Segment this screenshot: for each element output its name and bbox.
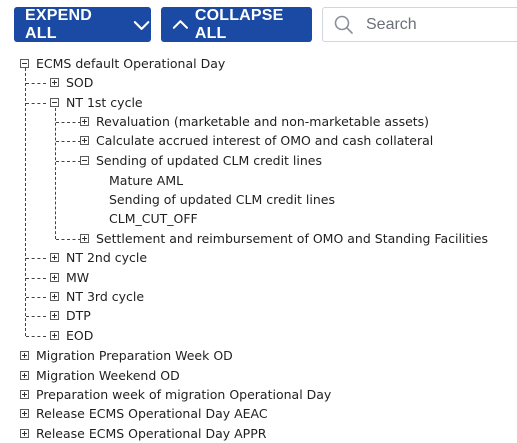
tree-node-label: Release ECMS Operational Day APPR [36, 426, 267, 441]
expand-toggle-icon[interactable] [20, 371, 29, 380]
tree-node-release-appr[interactable]: Release ECMS Operational Day APPR [20, 424, 266, 443]
tree-node-sending-clm[interactable]: Sending of updated CLM credit lines [80, 151, 322, 170]
tree-node-label: Mature AML [109, 173, 184, 188]
tree-node-label: Migration Preparation Week OD [36, 348, 233, 363]
tree-node-revaluation[interactable]: Revaluation (marketable and non-marketab… [80, 112, 429, 131]
tree-connector [55, 108, 56, 239]
expand-toggle-icon[interactable] [50, 311, 59, 320]
tree-connector [26, 297, 46, 298]
tree-node-label: Settlement and reimbursement of OMO and … [96, 231, 488, 246]
tree-node-label: ECMS default Operational Day [36, 56, 226, 71]
expand-toggle-icon[interactable] [50, 273, 59, 282]
tree-node-label: CLM_CUT_OFF [109, 211, 198, 226]
tree-node-release-aeac[interactable]: Release ECMS Operational Day AEAC [20, 404, 268, 423]
tree-connector [26, 103, 46, 104]
tree-leaf-clm-cut-off[interactable]: CLM_CUT_OFF [109, 209, 198, 228]
tree-node-ecms-default[interactable]: ECMS default Operational Day [20, 54, 225, 73]
tree-connector [26, 278, 46, 279]
tree-node-label: Sending of updated CLM credit lines [96, 153, 322, 168]
expand-toggle-icon[interactable] [20, 409, 29, 418]
tree-connector [26, 336, 46, 337]
tree-node-label: Sending of updated CLM credit lines [109, 192, 335, 207]
tree-connector [25, 68, 26, 336]
tree-node-label: SOD [66, 75, 94, 90]
tree-node-label: Migration Weekend OD [36, 368, 180, 383]
tree-node-accrued-interest[interactable]: Calculate accrued interest of OMO and ca… [80, 131, 433, 150]
tree-connector [56, 122, 81, 123]
collapse-toggle-icon[interactable] [50, 98, 59, 107]
expand-toggle-icon[interactable] [50, 253, 59, 262]
tree-node-dtp[interactable]: DTP [50, 306, 91, 325]
expand-toggle-icon[interactable] [50, 331, 59, 340]
tree-node-label: NT 1st cycle [66, 95, 143, 110]
expand-toggle-icon[interactable] [20, 351, 29, 360]
tree-connector [26, 316, 46, 317]
tree-node-label: Release ECMS Operational Day AEAC [36, 406, 268, 421]
expand-toggle-icon[interactable] [50, 78, 59, 87]
tree-node-label: MW [66, 270, 90, 285]
collapse-toggle-icon[interactable] [20, 59, 29, 68]
expand-toggle-icon[interactable] [80, 117, 89, 126]
expand-toggle-icon[interactable] [80, 234, 89, 243]
tree-node-eod[interactable]: EOD [50, 326, 93, 345]
tree-node-label: DTP [66, 308, 91, 323]
process-tree: ECMS default Operational Day SOD NT 1st … [0, 0, 517, 441]
tree-connector [56, 141, 81, 142]
tree-leaf-sending-clm[interactable]: Sending of updated CLM credit lines [109, 190, 335, 209]
tree-connector [26, 83, 46, 84]
tree-node-label: EOD [66, 328, 94, 343]
tree-leaf-mature-aml[interactable]: Mature AML [109, 171, 183, 190]
expand-toggle-icon[interactable] [50, 292, 59, 301]
tree-node-sod[interactable]: SOD [50, 73, 93, 92]
tree-node-label: Calculate accrued interest of OMO and ca… [96, 133, 434, 148]
tree-node-prep-week-migration[interactable]: Preparation week of migration Operationa… [20, 385, 331, 404]
tree-node-nt-3rd-cycle[interactable]: NT 3rd cycle [50, 287, 144, 306]
tree-node-settlement[interactable]: Settlement and reimbursement of OMO and … [80, 229, 488, 248]
expand-toggle-icon[interactable] [80, 136, 89, 145]
tree-node-nt-2nd-cycle[interactable]: NT 2nd cycle [50, 248, 147, 267]
tree-node-label: NT 3rd cycle [66, 289, 145, 304]
tree-connector [56, 239, 81, 240]
tree-node-mw[interactable]: MW [50, 268, 89, 287]
expand-toggle-icon[interactable] [20, 390, 29, 399]
expand-toggle-icon[interactable] [20, 429, 29, 438]
tree-node-label: Preparation week of migration Operationa… [36, 387, 332, 402]
tree-node-label: NT 2nd cycle [66, 250, 148, 265]
tree-connector [56, 161, 81, 162]
tree-connector [26, 258, 46, 259]
tree-node-migration-weekend[interactable]: Migration Weekend OD [20, 366, 180, 385]
collapse-toggle-icon[interactable] [80, 156, 89, 165]
tree-node-migration-prep-week[interactable]: Migration Preparation Week OD [20, 346, 233, 365]
tree-node-nt-1st-cycle[interactable]: NT 1st cycle [50, 93, 143, 112]
tree-node-label: Revaluation (marketable and non-marketab… [96, 114, 430, 129]
